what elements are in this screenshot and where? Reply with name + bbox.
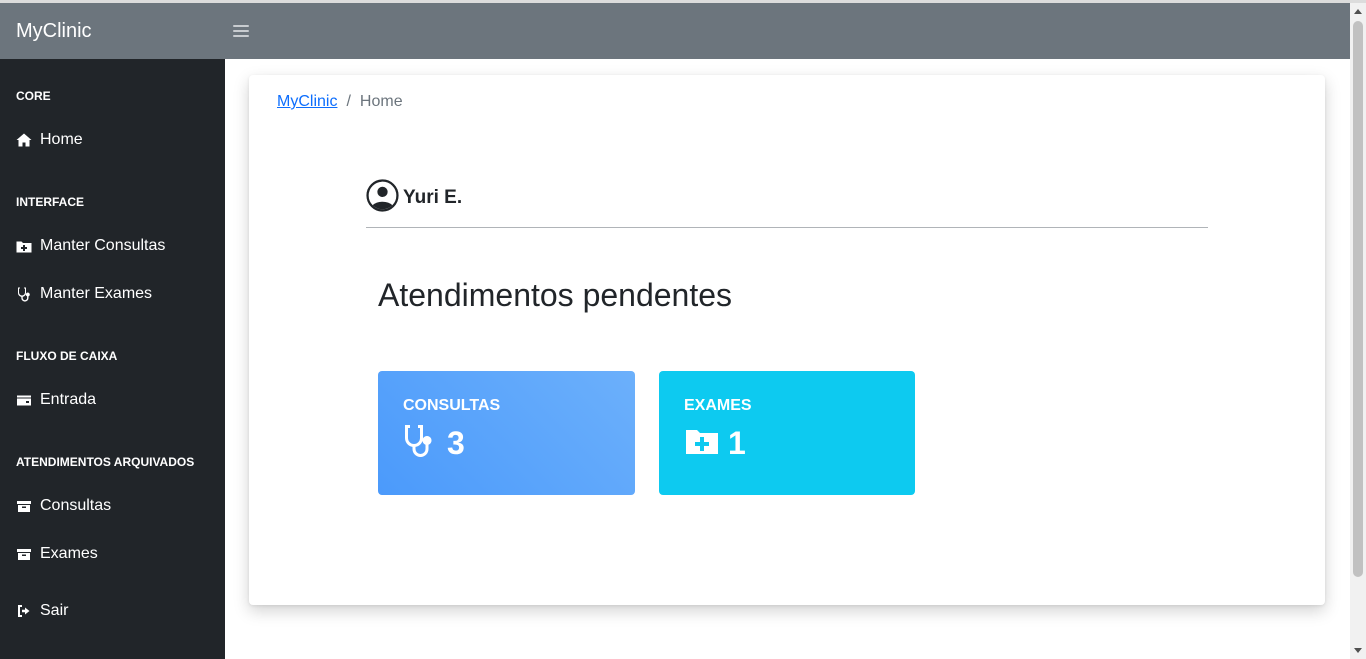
main-content: MyClinic / Home Yuri E. Atendimentos pen… xyxy=(225,59,1350,659)
folder-plus-icon xyxy=(684,423,720,464)
stat-value-row: 1 xyxy=(684,423,746,464)
scrollbar-thumb[interactable] xyxy=(1353,21,1363,577)
sidebar-item-label: Sair xyxy=(40,602,69,619)
top-navbar: MyClinic xyxy=(0,3,1350,59)
sidebar-item-label: Home xyxy=(40,131,83,148)
sidebar-item-label: Manter Consultas xyxy=(40,237,166,254)
consultas-stat-card[interactable]: CONSULTAS 3 xyxy=(378,371,635,495)
user-circle-icon xyxy=(366,179,399,217)
exames-stat-card[interactable]: EXAMES 1 xyxy=(659,371,915,495)
folder-plus-icon xyxy=(16,238,32,254)
breadcrumb-current: Home xyxy=(359,93,403,110)
page-title: Atendimentos pendentes xyxy=(378,277,733,313)
sidebar-item-home[interactable]: Home xyxy=(16,129,83,151)
sidebar-heading-interface: INTERFACE xyxy=(16,195,85,209)
page-scrollbar[interactable] xyxy=(1350,3,1366,659)
sidebar-item-manter-exames[interactable]: Manter Exames xyxy=(16,283,152,305)
archive-icon xyxy=(16,546,32,562)
sidebar-item-consultas[interactable]: Consultas xyxy=(16,495,111,517)
sidebar-item-exames[interactable]: Exames xyxy=(16,543,98,565)
stethoscope-icon xyxy=(403,423,439,464)
breadcrumb-separator: / xyxy=(346,93,351,110)
user-info: Yuri E. xyxy=(366,179,462,217)
stat-value-row: 3 xyxy=(403,423,465,464)
breadcrumb-root-link[interactable]: MyClinic xyxy=(277,93,337,111)
sidebar-heading-fluxo-de-caixa: FLUXO DE CAIXA xyxy=(16,349,118,363)
sidebar-heading-core: CORE xyxy=(16,89,51,103)
sidebar-item-label: Entrada xyxy=(40,391,97,408)
stat-label: EXAMES xyxy=(684,397,752,414)
sidebar: CORE Home INTERFACE Manter Consultas Man… xyxy=(0,59,225,659)
stethoscope-icon xyxy=(16,286,32,302)
wallet-icon xyxy=(16,392,32,408)
sidebar-heading-atendimentos-arquivados: ATENDIMENTOS ARQUIVADOS xyxy=(16,455,195,469)
sidebar-item-label: Consultas xyxy=(40,497,112,514)
home-icon xyxy=(16,132,32,148)
archive-icon xyxy=(16,498,32,514)
scroll-down-icon[interactable] xyxy=(1354,648,1362,653)
stat-value: 3 xyxy=(447,425,465,461)
user-name: Yuri E. xyxy=(403,187,463,208)
stat-value: 1 xyxy=(728,425,746,461)
sidebar-item-manter-consultas[interactable]: Manter Consultas xyxy=(16,235,165,257)
sidebar-item-sair[interactable]: Sair xyxy=(16,600,68,622)
sidebar-item-label: Exames xyxy=(40,545,98,562)
divider xyxy=(366,227,1208,228)
brand-title[interactable]: MyClinic xyxy=(16,20,92,43)
sidebar-item-label: Manter Exames xyxy=(40,285,153,302)
sign-out-icon xyxy=(16,603,32,619)
menu-icon[interactable] xyxy=(233,24,249,38)
content-card: MyClinic / Home Yuri E. Atendimentos pen… xyxy=(249,75,1325,605)
sidebar-item-entrada[interactable]: Entrada xyxy=(16,389,96,411)
brand-block: MyClinic xyxy=(0,3,225,59)
scroll-up-icon[interactable] xyxy=(1354,9,1362,14)
stat-label: CONSULTAS xyxy=(403,397,501,414)
breadcrumb: MyClinic / Home xyxy=(277,93,403,111)
